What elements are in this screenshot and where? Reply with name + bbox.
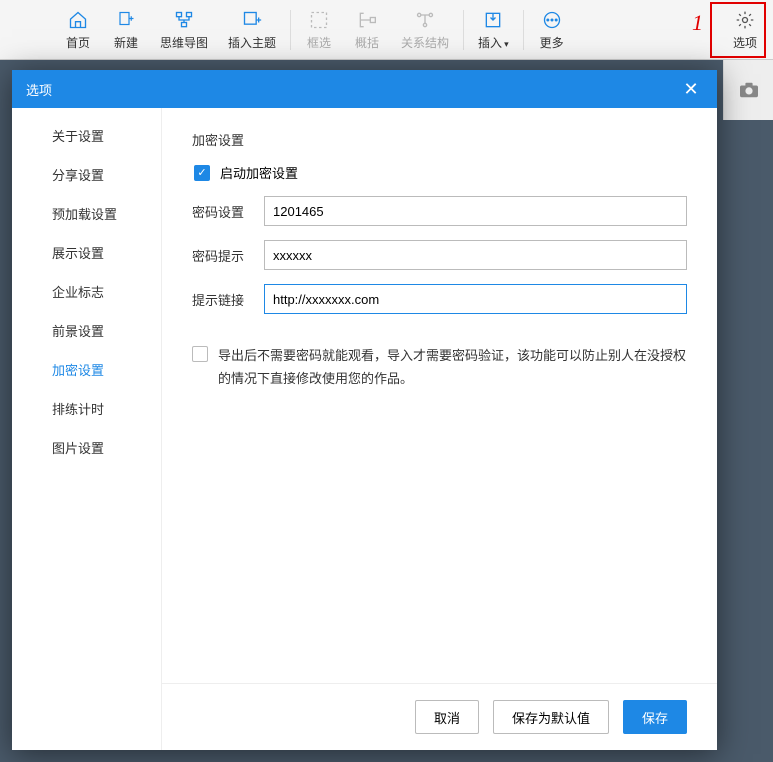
new-doc-icon: [117, 8, 135, 32]
toolbar-label: 更多: [540, 34, 564, 51]
sidebar-item-foreground[interactable]: 前景设置: [12, 311, 161, 350]
toolbar-label: 框选: [307, 34, 331, 51]
toolbar-more[interactable]: 更多: [528, 3, 576, 57]
dialog-title: 选项: [26, 80, 52, 99]
sidebar-item-encryption[interactable]: 加密设置: [12, 350, 161, 389]
sidebar-item-logo[interactable]: 企业标志: [12, 272, 161, 311]
hint-label: 密码提示: [192, 246, 264, 265]
toolbar-label: 首页: [66, 34, 90, 51]
toolbar-mindmap[interactable]: 思维导图: [150, 3, 218, 57]
separator: [463, 10, 464, 50]
sidebar-item-preload[interactable]: 预加载设置: [12, 194, 161, 233]
export-option-checkbox[interactable]: [192, 346, 208, 362]
dialog-footer: 取消 保存为默认值 保存: [162, 683, 717, 750]
save-button[interactable]: 保存: [623, 700, 687, 734]
options-dialog: 选项 ✕ 关于设置 分享设置 预加载设置 展示设置 企业标志 前景设置 加密设置…: [12, 70, 717, 750]
toolbar-relation[interactable]: 关系结构: [391, 3, 459, 57]
link-input[interactable]: [264, 284, 687, 314]
toolbar-insert[interactable]: 插入▾: [468, 3, 519, 57]
select-icon: [309, 8, 329, 32]
separator: [290, 10, 291, 50]
toolbar-label: 关系结构: [401, 34, 449, 51]
cancel-button[interactable]: 取消: [415, 700, 479, 734]
sidebar-item-share[interactable]: 分享设置: [12, 155, 161, 194]
toolbar-label: 插入▾: [478, 34, 509, 51]
toolbar-summary[interactable]: 概括: [343, 3, 391, 57]
hint-input[interactable]: [264, 240, 687, 270]
section-title: 加密设置: [192, 130, 687, 149]
dialog-content: 加密设置 ✓ 启动加密设置 密码设置 密码提示 提示链接: [162, 108, 717, 750]
toolbar-label: 新建: [114, 34, 138, 51]
toolbar-home[interactable]: 首页: [54, 3, 102, 57]
insert-icon: [483, 8, 503, 32]
toolbar-options[interactable]: 选项: [721, 3, 769, 57]
toolbar-insert-theme[interactable]: 插入主题: [218, 3, 286, 57]
home-icon: [68, 8, 88, 32]
save-default-button[interactable]: 保存为默认值: [493, 700, 609, 734]
enable-encryption-label: 启动加密设置: [220, 163, 298, 182]
main-toolbar: 首页 新建 思维导图 插入主题 框选 概括 关系结构: [0, 0, 773, 60]
dialog-sidebar: 关于设置 分享设置 预加载设置 展示设置 企业标志 前景设置 加密设置 排练计时…: [12, 108, 162, 750]
password-label: 密码设置: [192, 202, 264, 221]
toolbar-boxselect[interactable]: 框选: [295, 3, 343, 57]
link-label: 提示链接: [192, 290, 264, 309]
export-option-description: 导出后不需要密码就能观看，导入才需要密码验证，该功能可以防止别人在没授权的情况下…: [218, 344, 687, 391]
relation-icon: [415, 8, 435, 32]
separator: [523, 10, 524, 50]
toolbar-label: 插入主题: [228, 34, 276, 51]
camera-icon: [738, 81, 760, 99]
sidebar-item-image[interactable]: 图片设置: [12, 428, 161, 467]
insert-theme-icon: [242, 8, 262, 32]
sidebar-item-rehearse[interactable]: 排练计时: [12, 389, 161, 428]
sidebar-item-display[interactable]: 展示设置: [12, 233, 161, 272]
toolbar-label: 思维导图: [160, 34, 208, 51]
toolbar-label: 选项: [733, 34, 757, 51]
dialog-header: 选项 ✕: [12, 70, 717, 108]
password-input[interactable]: [264, 196, 687, 226]
toolbar-new[interactable]: 新建: [102, 3, 150, 57]
close-button[interactable]: ✕: [679, 79, 703, 100]
summary-icon: [357, 8, 377, 32]
gear-icon: [735, 8, 755, 32]
enable-encryption-checkbox[interactable]: ✓: [194, 165, 210, 181]
mindmap-icon: [173, 8, 195, 32]
more-icon: [542, 8, 562, 32]
camera-button[interactable]: [723, 60, 773, 120]
toolbar-label: 概括: [355, 34, 379, 51]
sidebar-item-about[interactable]: 关于设置: [12, 116, 161, 155]
